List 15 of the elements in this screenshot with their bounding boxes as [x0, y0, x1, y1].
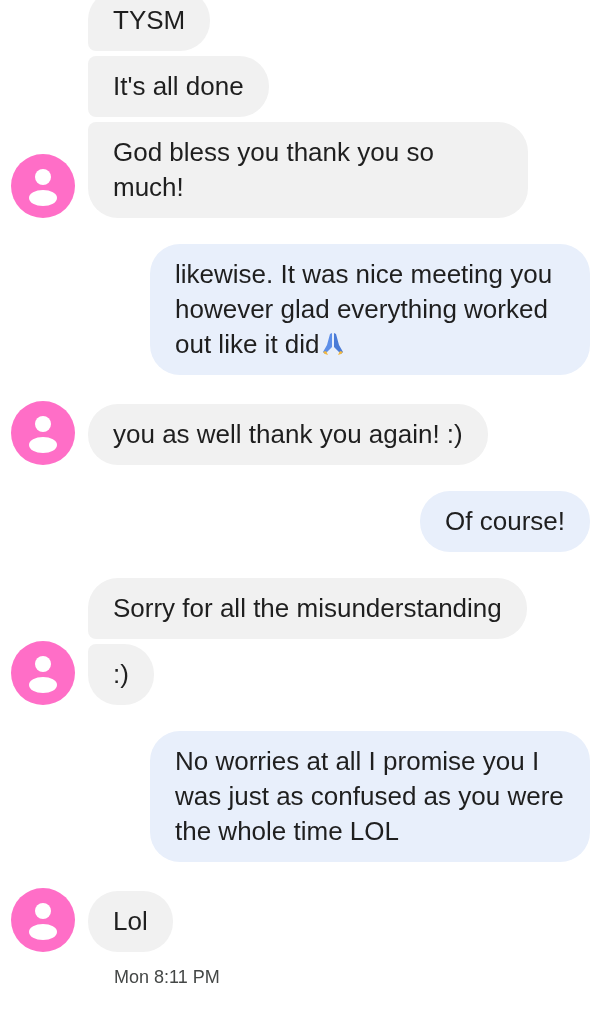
- avatar-icon: [11, 154, 75, 218]
- received-message-bubble: God bless you thank you so much!: [88, 122, 528, 218]
- received-message-bubble: Sorry for all the misunderstanding: [88, 578, 527, 639]
- received-message-bubble: Lol: [88, 891, 173, 952]
- received-message-bubble: :): [88, 644, 154, 705]
- message-timestamp: Mon 8:11 PM: [113, 966, 221, 989]
- avatar-icon: [11, 641, 75, 705]
- sent-message-bubble: No worries at all I promise you I was just as confused as you were the whole time LOL: [150, 731, 590, 862]
- sent-message-bubble: Of course!: [420, 491, 590, 552]
- sent-message-bubble: likewise. It was nice meeting you however glad everything worked out like it did: [150, 244, 590, 375]
- received-message-bubble: It's all done: [88, 56, 269, 117]
- avatar-icon: [11, 888, 75, 952]
- received-message-bubble: TYSM: [88, 0, 211, 51]
- avatar-icon: [11, 401, 75, 465]
- received-message-bubble: you as well thank you again! :): [88, 404, 488, 465]
